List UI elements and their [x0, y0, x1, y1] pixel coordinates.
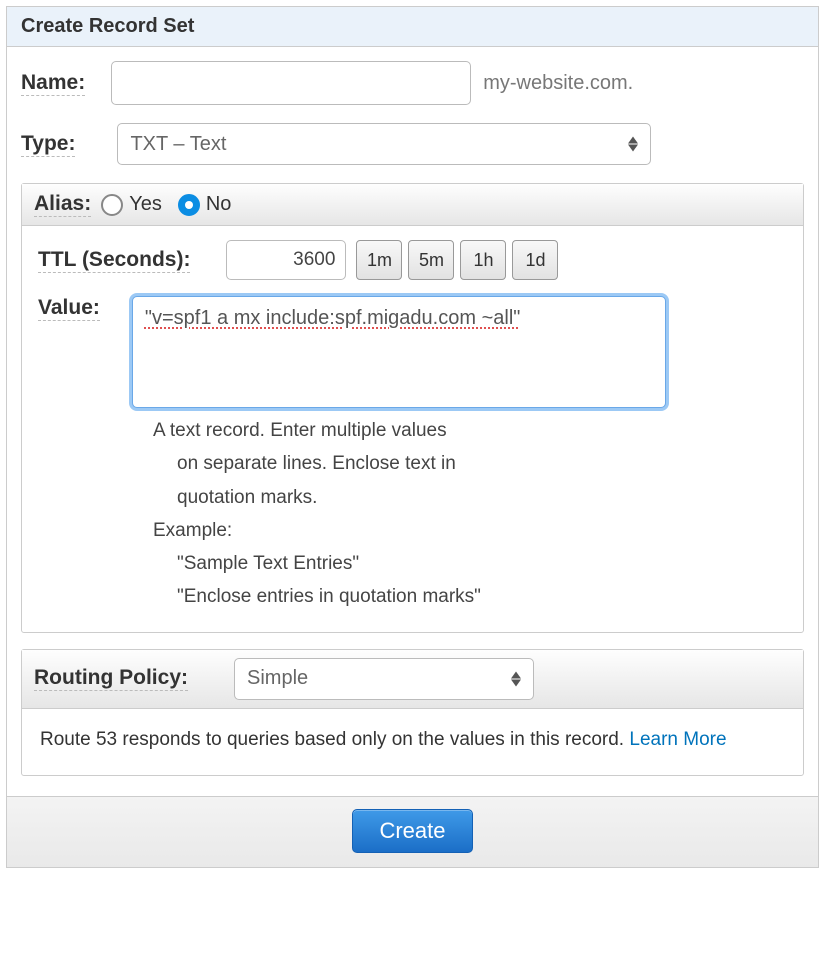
routing-header: Routing Policy: Simple: [22, 650, 803, 709]
ttl-input[interactable]: [226, 240, 346, 280]
value-help-text: A text record. Enter multiple values on …: [153, 414, 787, 614]
alias-label: Alias:: [34, 192, 91, 217]
alias-no-radio[interactable]: [178, 194, 200, 216]
alias-panel: Alias: Yes No TTL (Seconds): 1m 5m 1h 1d: [21, 183, 804, 633]
alias-header: Alias: Yes No: [22, 184, 803, 226]
value-label: Value:: [38, 296, 100, 321]
help-line-2: on separate lines. Enclose text in: [153, 447, 787, 480]
type-label: Type:: [21, 132, 75, 157]
alias-body: TTL (Seconds): 1m 5m 1h 1d Value: A text…: [22, 226, 803, 632]
help-example-1: "Sample Text Entries": [153, 547, 787, 580]
value-row: Value:: [38, 296, 787, 408]
type-select[interactable]: TXT – Text: [117, 123, 651, 165]
routing-select-value: Simple: [247, 667, 308, 690]
panel-body: Name: my-website.com. Type: TXT – Text A…: [7, 47, 818, 796]
help-line-1: A text record. Enter multiple values: [153, 414, 787, 447]
type-select-value: TXT – Text: [130, 133, 226, 156]
routing-description: Route 53 responds to queries based only …: [22, 709, 803, 775]
help-line-3: quotation marks.: [153, 481, 787, 514]
ttl-label: TTL (Seconds):: [38, 248, 190, 273]
chevron-updown-icon: [628, 137, 638, 152]
routing-panel: Routing Policy: Simple Route 53 responds…: [21, 649, 804, 776]
name-label: Name:: [21, 71, 85, 96]
ttl-preset-5m[interactable]: 5m: [408, 240, 454, 280]
ttl-preset-1d[interactable]: 1d: [512, 240, 558, 280]
alias-radio-group: Yes No: [101, 193, 241, 216]
alias-no-label: No: [206, 193, 232, 216]
ttl-row: TTL (Seconds): 1m 5m 1h 1d: [38, 240, 787, 280]
alias-yes-radio[interactable]: [101, 194, 123, 216]
learn-more-link[interactable]: Learn More: [629, 729, 726, 750]
name-row: Name: my-website.com.: [21, 61, 804, 105]
routing-label: Routing Policy:: [34, 666, 188, 691]
routing-desc-text: Route 53 responds to queries based only …: [40, 729, 629, 750]
value-textarea[interactable]: [132, 296, 666, 408]
help-example-2: "Enclose entries in quotation marks": [153, 580, 787, 613]
routing-select[interactable]: Simple: [234, 658, 534, 700]
domain-suffix: my-website.com.: [483, 72, 633, 95]
alias-yes-label: Yes: [129, 193, 162, 216]
ttl-preset-1m[interactable]: 1m: [356, 240, 402, 280]
panel-footer: Create: [7, 796, 818, 867]
create-button[interactable]: Create: [352, 809, 472, 853]
panel-title: Create Record Set: [7, 7, 818, 47]
chevron-updown-icon: [511, 671, 521, 686]
type-row: Type: TXT – Text: [21, 123, 804, 165]
name-input[interactable]: [111, 61, 471, 105]
ttl-preset-1h[interactable]: 1h: [460, 240, 506, 280]
create-record-set-panel: Create Record Set Name: my-website.com. …: [6, 6, 819, 868]
help-example-label: Example:: [153, 514, 787, 547]
